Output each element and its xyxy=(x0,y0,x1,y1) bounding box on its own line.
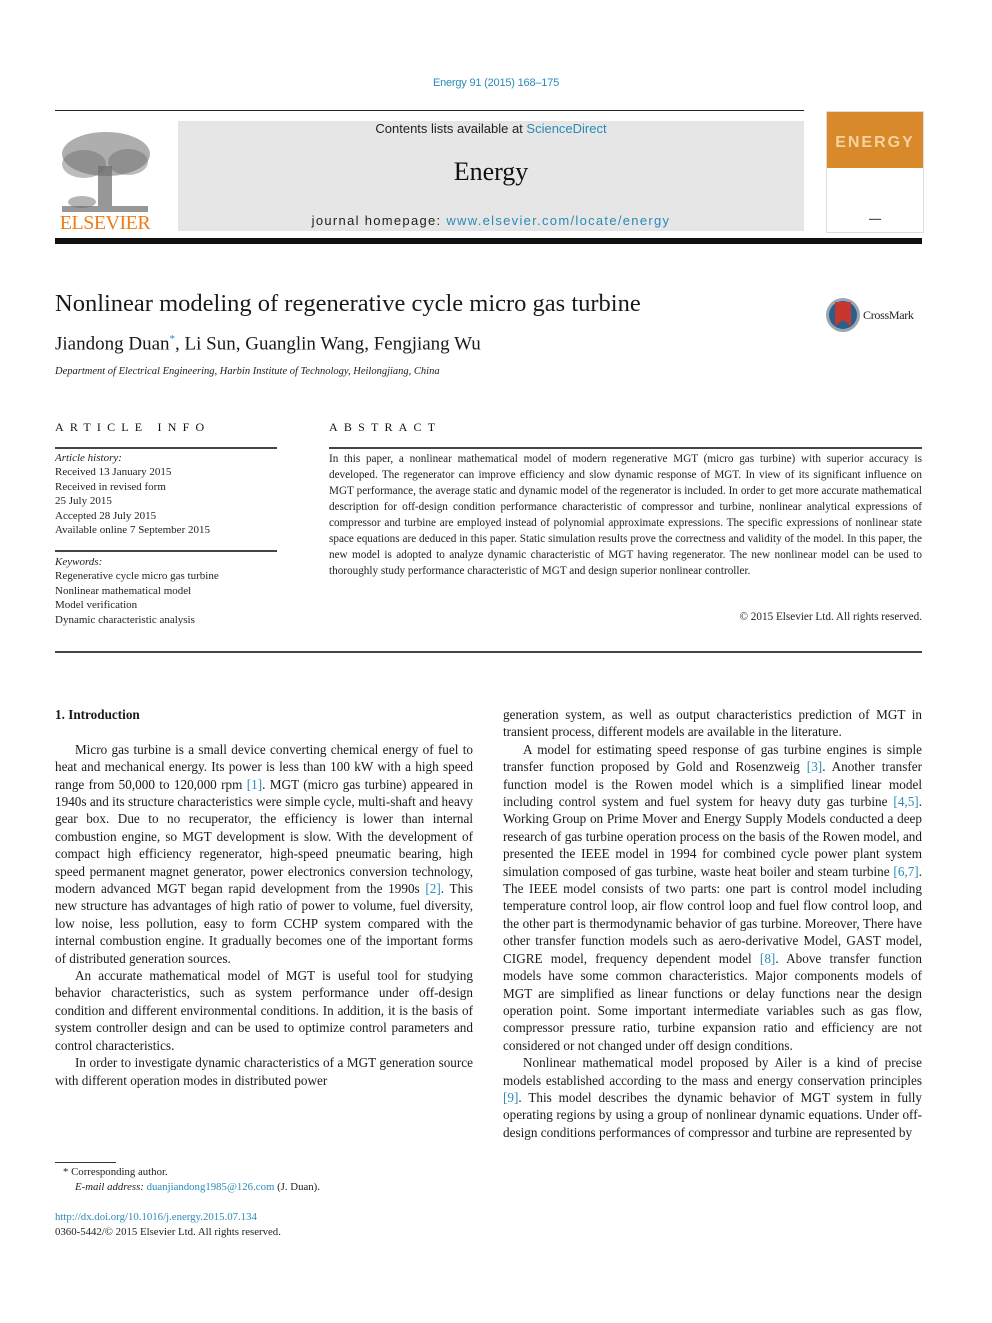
section-heading: 1. Introduction xyxy=(55,707,140,722)
doi-link[interactable]: http://dx.doi.org/10.1016/j.energy.2015.… xyxy=(55,1211,257,1223)
cover-title: ENERGY xyxy=(835,134,915,151)
footnotes: * Corresponding author. E-mail address: … xyxy=(55,1165,320,1195)
author-name[interactable]: Guanglin Wang xyxy=(245,333,364,354)
abstract-copyright: © 2015 Elsevier Ltd. All rights reserved… xyxy=(739,611,923,623)
paragraph-text: . This model describes the dynamic behav… xyxy=(503,1089,922,1140)
history-label: Article history: xyxy=(55,452,122,464)
citation-link[interactable]: [9] xyxy=(503,1090,518,1105)
citation-link[interactable]: [4,5] xyxy=(893,794,918,809)
doi-block: http://dx.doi.org/10.1016/j.energy.2015.… xyxy=(55,1210,281,1240)
crossmark-button[interactable]: CrossMark xyxy=(825,296,925,336)
author-name[interactable]: Jiandong Duan xyxy=(55,333,170,354)
author-name[interactable]: Fengjiang Wu xyxy=(374,333,481,354)
keywords-label: Keywords: xyxy=(55,556,103,568)
history-item: Received 13 January 2015 xyxy=(55,466,172,479)
citation-link[interactable]: [8] xyxy=(760,951,775,966)
paragraph-text: Nonlinear mathematical model proposed by… xyxy=(503,1055,922,1088)
corresponding-author-note: * Corresponding author. xyxy=(55,1165,320,1180)
email-link[interactable]: duanjiandong1985@126.com xyxy=(147,1181,275,1193)
keyword: Regenerative cycle micro gas turbine xyxy=(55,570,219,583)
crossmark-icon xyxy=(826,298,860,332)
abstract-rule xyxy=(329,447,922,449)
abstract-text: In this paper, a nonlinear mathematical … xyxy=(329,453,922,577)
journal-homepage-link[interactable]: www.elsevier.com/locate/energy xyxy=(446,213,670,228)
article-info-rule xyxy=(55,447,277,449)
homepage-line: journal homepage: www.elsevier.com/locat… xyxy=(178,213,804,228)
paragraph-text: . MGT (micro gas turbine) appeared in 19… xyxy=(55,776,473,897)
cover-footer: ▬▬▬ xyxy=(869,216,881,221)
header-thick-rule xyxy=(55,238,922,244)
body-paragraph: generation system, as well as output cha… xyxy=(503,706,922,741)
citation-link[interactable]: [6,7] xyxy=(893,864,918,879)
paragraph-text: In order to investigate dynamic characte… xyxy=(55,1055,473,1088)
footnote-mark: * xyxy=(63,1166,69,1178)
body-paragraph: In order to investigate dynamic characte… xyxy=(55,1054,473,1089)
article-history: Article history: Received 13 January 201… xyxy=(55,451,277,537)
citation-link[interactable]: [3] xyxy=(807,759,822,774)
article-title: Nonlinear modeling of regenerative cycle… xyxy=(55,290,641,317)
body-paragraph: Micro gas turbine is a small device conv… xyxy=(55,741,473,967)
corresponding-author-text: Corresponding author. xyxy=(71,1166,168,1178)
running-head[interactable]: Energy 91 (2015) 168–175 xyxy=(0,77,992,89)
paragraph-text: generation system, as well as output cha… xyxy=(503,707,922,740)
author-list: Jiandong Duan*, Li Sun, Guanglin Wang, F… xyxy=(55,333,481,355)
journal-name: Energy xyxy=(453,157,529,186)
email-note: E-mail address: duanjiandong1985@126.com… xyxy=(55,1180,320,1195)
keyword: Nonlinear mathematical model xyxy=(55,584,192,597)
body-paragraph: A model for estimating speed response of… xyxy=(503,741,922,1054)
issn-line: 0360-5442/© 2015 Elsevier Ltd. All right… xyxy=(55,1226,281,1238)
crossmark-label: CrossMark xyxy=(863,308,914,322)
history-item: 25 July 2015 xyxy=(55,495,112,508)
abstract-heading: ABSTRACT xyxy=(329,420,442,434)
paragraph-text: An accurate mathematical model of MGT is… xyxy=(55,968,473,1053)
keyword: Model verification xyxy=(55,599,138,612)
section-rule xyxy=(55,651,922,653)
keywords: Keywords: Regenerative cycle micro gas t… xyxy=(55,555,277,627)
elsevier-wordmark: ELSEVIER xyxy=(59,212,151,234)
citation-link[interactable]: [1] xyxy=(247,777,262,792)
journal-masthead: Contents lists available at ScienceDirec… xyxy=(178,121,804,231)
paragraphs: Micro gas turbine is a small device conv… xyxy=(55,741,473,1089)
email-label: E-mail address: xyxy=(75,1181,144,1193)
contents-prefix: Contents lists available at xyxy=(375,121,527,136)
keywords-rule xyxy=(55,550,277,552)
history-item: Available online 7 September 2015 xyxy=(55,524,210,537)
top-rule xyxy=(55,110,804,111)
email-suffix: (J. Duan). xyxy=(274,1181,320,1193)
history-item: Accepted 28 July 2015 xyxy=(55,509,157,522)
citation-link[interactable]: [2] xyxy=(425,881,440,896)
sciencedirect-link[interactable]: ScienceDirect xyxy=(526,121,606,136)
body-column-right: generation system, as well as output cha… xyxy=(503,706,922,1141)
paragraphs: generation system, as well as output cha… xyxy=(503,706,922,1141)
body-column-left: 1. Introduction Micro gas turbine is a s… xyxy=(55,706,473,1089)
body-paragraph: Nonlinear mathematical model proposed by… xyxy=(503,1054,922,1141)
author-name[interactable]: Li Sun xyxy=(185,333,236,354)
keyword: Dynamic characteristic analysis xyxy=(55,613,195,626)
contents-line: Contents lists available at ScienceDirec… xyxy=(178,121,804,136)
affiliation: Department of Electrical Engineering, Ha… xyxy=(55,366,440,377)
article-info-heading: ARTICLE INFO xyxy=(55,420,211,434)
history-item: Received in revised form xyxy=(55,480,166,493)
journal-cover-thumbnail[interactable]: ENERGY ▬▬▬ xyxy=(826,111,924,233)
homepage-prefix: journal homepage: xyxy=(311,213,447,228)
body-paragraph: An accurate mathematical model of MGT is… xyxy=(55,967,473,1054)
footnote-rule xyxy=(55,1162,116,1163)
